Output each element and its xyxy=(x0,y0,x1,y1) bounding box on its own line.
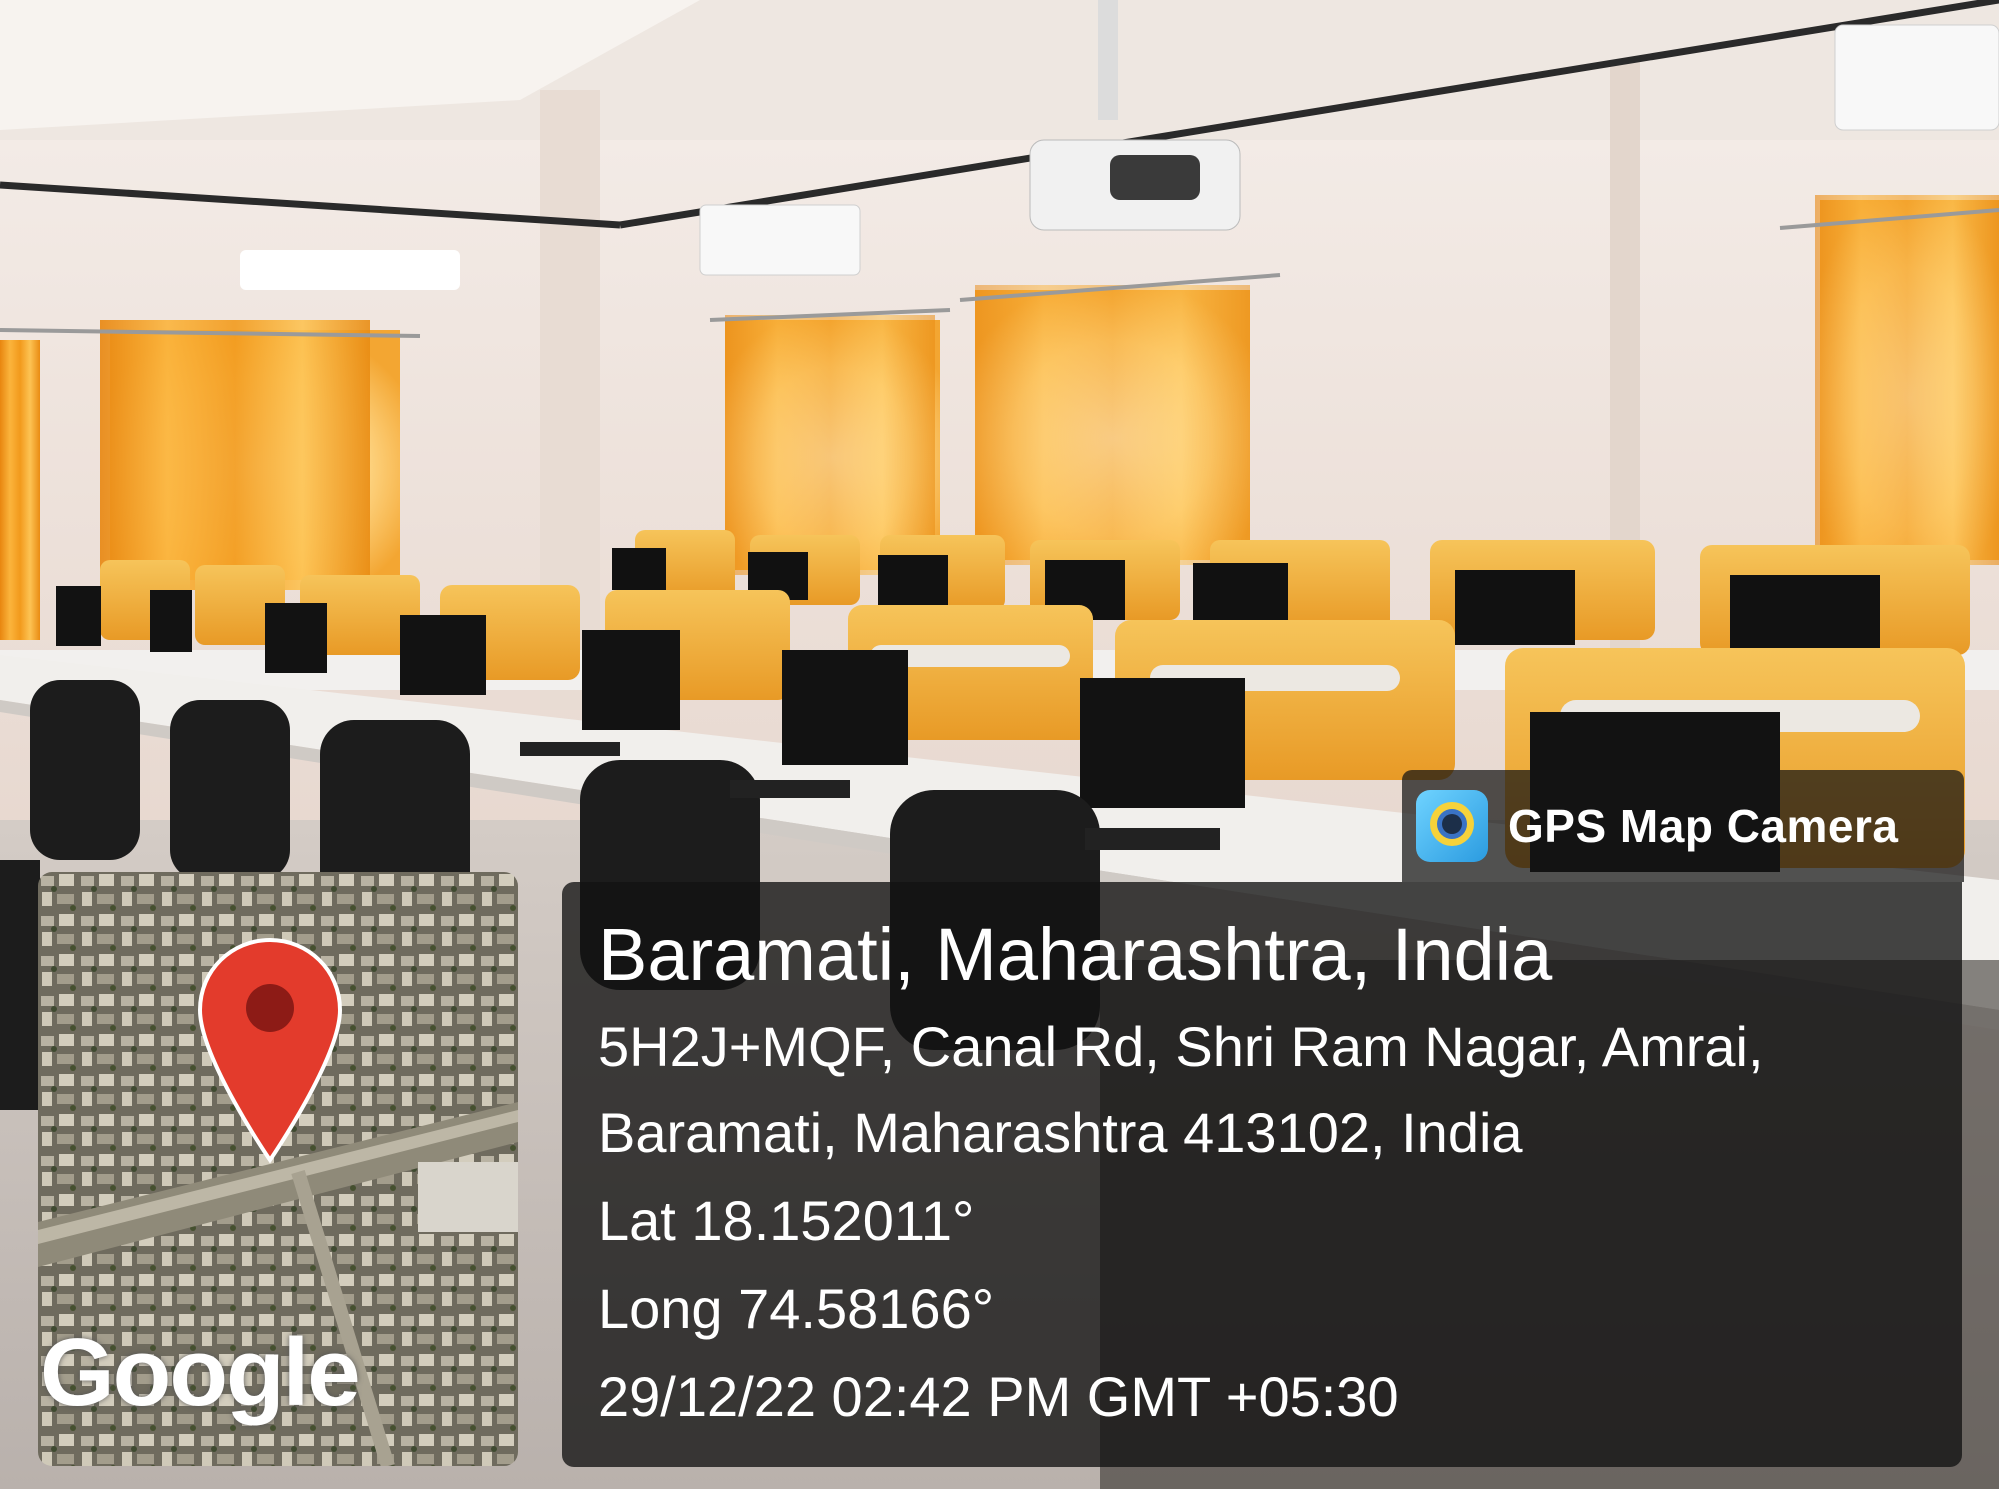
address-line-2: Baramati, Maharashtra 413102, India xyxy=(598,1101,1523,1164)
google-watermark: Google xyxy=(40,1319,361,1426)
geotag-info-panel: Baramati, Maharashtra, India 5H2J+MQF, C… xyxy=(562,882,1962,1467)
longitude-text: Long 74.58166° xyxy=(598,1277,995,1340)
app-badge: GPS Map Camera xyxy=(1402,770,1964,882)
location-title: Baramati, Maharashtra, India xyxy=(598,913,1553,996)
timestamp-text: 29/12/22 02:42 PM GMT +05:30 xyxy=(598,1365,1399,1428)
latitude-text: Lat 18.152011° xyxy=(598,1189,975,1252)
address-line-1: 5H2J+MQF, Canal Rd, Shri Ram Nagar, Amra… xyxy=(598,1015,1764,1078)
app-name-label: GPS Map Camera xyxy=(1508,800,1899,852)
gps-map-camera-icon xyxy=(1416,790,1488,862)
